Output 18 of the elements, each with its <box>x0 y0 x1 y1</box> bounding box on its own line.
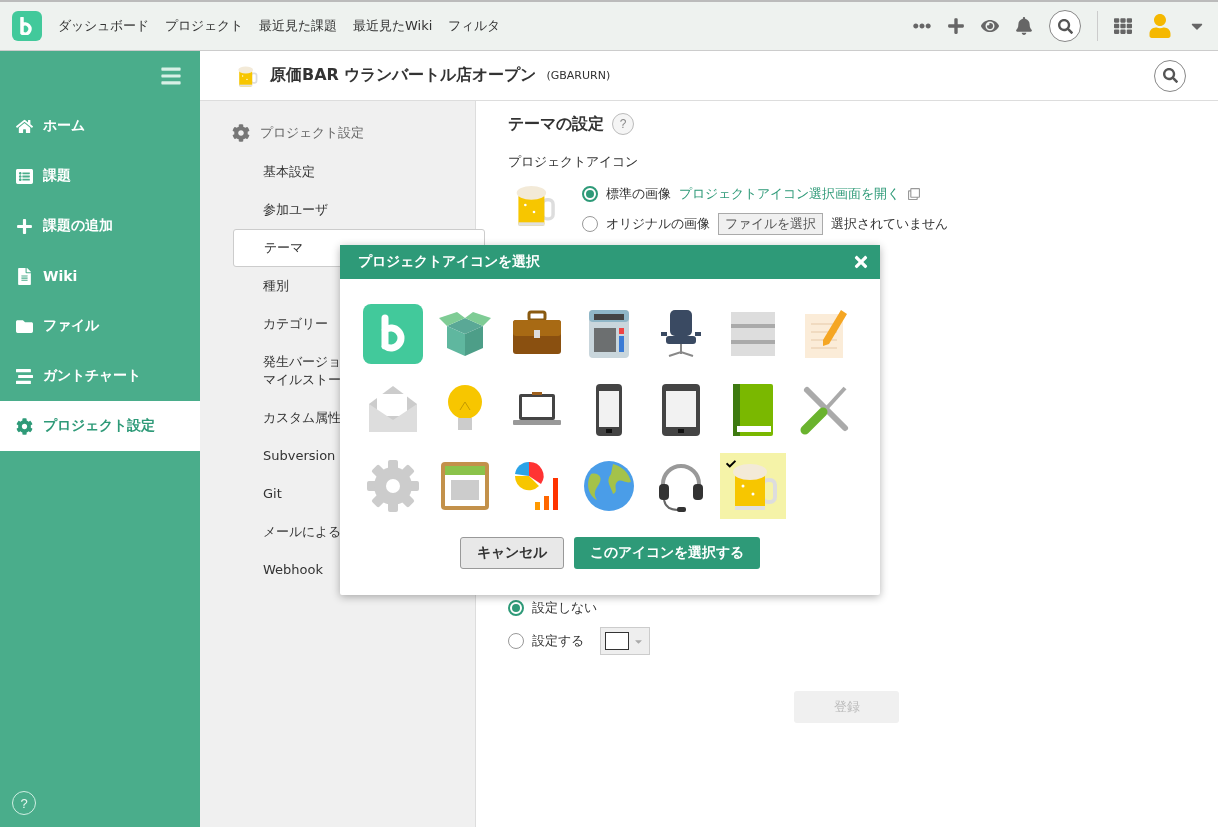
sidebar-label: ファイル <box>43 317 99 335</box>
settings-nav-title: プロジェクト設定 <box>260 124 364 142</box>
option-label: 設定しない <box>532 599 597 617</box>
sidebar-label: Wiki <box>43 268 78 284</box>
section-title: テーマの設定 <box>508 113 604 135</box>
sidebar-label: ホーム <box>43 117 85 135</box>
option-label: 標準の画像 <box>606 185 671 203</box>
sidebar-label: プロジェクト設定 <box>43 417 155 435</box>
option-label: オリジナルの画像 <box>606 215 710 233</box>
dialog-title: プロジェクトアイコンを選択 <box>358 253 540 271</box>
file-status: 選択されていません <box>831 215 948 233</box>
field-label: プロジェクトアイコン <box>508 153 639 171</box>
option-label: 設定する <box>532 632 584 650</box>
sidebar-label: 課題 <box>43 167 71 185</box>
sidebar-label: 課題の追加 <box>43 217 113 235</box>
project-key: (GBARURN) <box>546 69 611 82</box>
project-name: 原価BAR ウランバートル店オープン <box>270 65 537 86</box>
sidebar-label: ガントチャート <box>43 367 141 385</box>
